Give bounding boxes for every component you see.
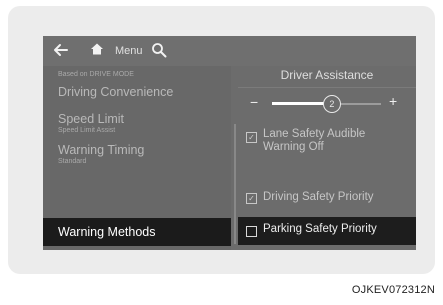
menu-label[interactable]: Menu: [115, 45, 143, 57]
option-label: Parking Safety Priority: [263, 223, 377, 235]
increase-button[interactable]: +: [389, 93, 397, 109]
menu-item-speed-limit[interactable]: Speed Limit: [58, 112, 124, 126]
figure-code: OJKEV072312N: [351, 284, 435, 296]
menu-item-driving-convenience[interactable]: Driving Convenience: [58, 85, 173, 99]
option-parking-safety-priority[interactable]: Parking Safety Priority: [238, 217, 416, 245]
warning-methods-label: Warning Methods: [58, 225, 156, 239]
option-lane-safety-audible[interactable]: ✓ Lane Safety Audible Warning Off: [246, 128, 416, 158]
slider-knob[interactable]: 2: [322, 95, 341, 113]
drive-mode-note: Based on DRIVE MODE: [58, 71, 134, 78]
home-icon[interactable]: [90, 42, 104, 61]
panel-divider: [234, 124, 236, 244]
volume-slider[interactable]: − 2 +: [238, 92, 416, 116]
title-underline: [238, 87, 416, 88]
top-bar: Menu: [43, 36, 416, 66]
figure-frame: Menu Based on DRIVE MODE Driving Conveni…: [8, 6, 435, 274]
checkbox-checked-icon[interactable]: ✓: [246, 193, 257, 204]
search-icon[interactable]: [151, 42, 167, 63]
back-arrow-icon[interactable]: [53, 42, 69, 63]
option-label: Driving Safety Priority: [263, 191, 374, 203]
panel-title: Driver Assistance: [280, 68, 374, 82]
option-driving-safety-priority[interactable]: ✓ Driving Safety Priority: [246, 191, 416, 207]
checkbox-checked-icon[interactable]: ✓: [246, 132, 257, 143]
option-label-line1: Lane Safety Audible: [263, 128, 366, 140]
left-menu: Based on DRIVE MODE Driving Convenience …: [43, 66, 231, 250]
warning-timing-subtitle: Standard: [58, 158, 87, 165]
option-label-line2: Warning Off: [263, 141, 324, 153]
decrease-button[interactable]: −: [250, 94, 258, 110]
menu-item-warning-methods[interactable]: Warning Methods: [43, 218, 231, 246]
checkbox-unchecked-icon[interactable]: [246, 226, 257, 237]
infotainment-screen: Menu Based on DRIVE MODE Driving Conveni…: [43, 36, 416, 250]
speed-limit-subtitle: Speed Limit Assist: [58, 127, 116, 134]
menu-item-warning-timing[interactable]: Warning Timing: [58, 143, 144, 157]
